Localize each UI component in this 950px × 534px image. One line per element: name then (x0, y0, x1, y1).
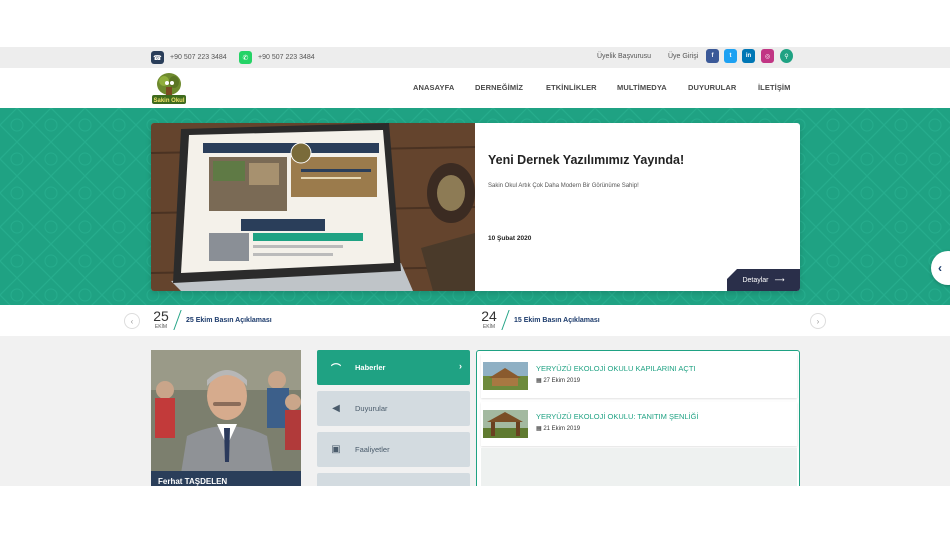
ticker-item-link[interactable]: 15 Ekim Basın Açıklaması (514, 317, 600, 324)
nav-announcements[interactable]: DUYURULAR (688, 83, 736, 92)
news-ticker: ‹ 25 EKİM 25 Ekim Basın Açıklaması 24 EK… (0, 305, 950, 336)
chevron-left-icon: ‹ (130, 316, 134, 326)
whatsapp-icon: ✆ (239, 51, 252, 64)
news-panel-empty-area (481, 448, 797, 486)
membership-application-link[interactable]: Üyelik Başvurusu (597, 53, 651, 60)
briefcase-icon: ▣ (331, 444, 341, 455)
news-panel: YERYÜZÜ EKOLOJİ OKULU KAPILARINI AÇTI ▦ … (476, 350, 800, 486)
news-date: ▦ 21 Ekim 2019 (536, 425, 580, 432)
member-login-link[interactable]: Üye Girişi (668, 53, 698, 60)
news-thumbnail (483, 362, 528, 390)
president-photo (151, 350, 301, 486)
top-bar: ☎ +90 507 223 3484 ✆ +90 507 223 3484 Üy… (0, 47, 950, 68)
site-logo[interactable]: Sakin Okul (151, 71, 187, 105)
search-icon[interactable]: ⚲ (780, 49, 793, 63)
ticker-prev-button[interactable]: ‹ (124, 313, 140, 329)
document-icon: ▭ (329, 485, 343, 486)
whatsapp-contact[interactable]: ✆ +90 507 223 3484 (239, 50, 315, 65)
slide-subtitle: Sakin Okul Artık Çok Daha Modern Bir Gör… (488, 183, 639, 189)
tab-label: Haberler (355, 363, 386, 372)
nav-contact[interactable]: İLETİŞİM (758, 83, 790, 92)
news-title[interactable]: YERYÜZÜ EKOLOJİ OKULU: TANITIM ŞENLİĞİ (536, 412, 699, 421)
slide-title: Yeni Dernek Yazılımımız Yayında! (488, 153, 685, 167)
details-button-label: Detaylar (742, 276, 769, 284)
details-button[interactable]: Detaylar ⟶ (727, 269, 800, 291)
tab-label: Duyurular (355, 404, 388, 413)
phone-number: +90 507 223 3484 (170, 54, 227, 61)
whatsapp-number: +90 507 223 3484 (258, 54, 315, 61)
president-name: Ferhat TAŞDELEN (151, 471, 301, 486)
hero-slider: Yeni Dernek Yazılımımız Yayında! Sakin O… (0, 108, 950, 305)
logo-text: Sakin Okul (153, 98, 184, 104)
linkedin-icon[interactable]: in (742, 49, 755, 63)
nav-home[interactable]: ANASAYFA (413, 83, 454, 92)
paperclip-icon: ⌒ (331, 364, 341, 375)
nav-multimedia[interactable]: MULTİMEDYA (617, 83, 667, 92)
news-thumbnail (483, 410, 528, 438)
slide-image (151, 123, 475, 291)
news-title[interactable]: YERYÜZÜ EKOLOJİ OKULU KAPILARINI AÇTI (536, 364, 696, 373)
twitter-icon[interactable]: t (724, 49, 737, 63)
slide-date: 10 Şubat 2020 (488, 235, 532, 242)
news-item[interactable]: YERYÜZÜ EKOLOJİ OKULU: TANITIM ŞENLİĞİ ▦… (481, 402, 797, 446)
chevron-right-icon: › (816, 316, 820, 326)
ticker-next-button[interactable]: › (810, 313, 826, 329)
instagram-icon[interactable]: ◎ (761, 49, 774, 63)
site-header: Sakin Okul ANASAYFA DERNEĞİMİZ ETKİNLİKL… (0, 68, 950, 108)
tab-documents[interactable]: ▭ (317, 473, 470, 486)
website-page: ☎ +90 507 223 3484 ✆ +90 507 223 3484 Üy… (0, 47, 950, 486)
chevron-right-icon: › (459, 361, 462, 371)
calendar-icon: ▦ (536, 378, 542, 384)
nav-association[interactable]: DERNEĞİMİZ (475, 83, 523, 92)
ticker-item-link[interactable]: 25 Ekim Basın Açıklaması (186, 317, 272, 324)
ticker-day: 24 (481, 308, 497, 324)
headset-icon: ☎ (151, 51, 164, 64)
ticker-day: 25 (153, 308, 169, 324)
arrow-right-icon: ⟶ (774, 277, 785, 284)
chevron-left-icon: ‹ (938, 261, 942, 275)
phone-contact[interactable]: ☎ +90 507 223 3484 (151, 50, 227, 65)
president-card[interactable]: Ferhat TAŞDELEN (151, 350, 301, 486)
calendar-icon: ▦ (536, 426, 542, 432)
news-date-text: 27 Ekim 2019 (543, 378, 581, 384)
tab-activities[interactable]: ▣ Faaliyetler (317, 432, 470, 467)
facebook-icon[interactable]: f (706, 49, 719, 63)
news-date-text: 21 Ekim 2019 (543, 426, 581, 432)
tab-announcements[interactable]: ◀ Duyurular (317, 391, 470, 426)
tab-news[interactable]: ⌒ Haberler › (317, 350, 470, 385)
news-item[interactable]: YERYÜZÜ EKOLOJİ OKULU KAPILARINI AÇTI ▦ … (481, 354, 797, 398)
nav-events[interactable]: ETKİNLİKLER (546, 83, 597, 92)
megaphone-icon: ◀ (332, 403, 340, 414)
news-date: ▦ 27 Ekim 2019 (536, 377, 580, 384)
tab-label: Faaliyetler (355, 445, 390, 454)
slide-card[interactable]: Yeni Dernek Yazılımımız Yayında! Sakin O… (151, 123, 800, 291)
